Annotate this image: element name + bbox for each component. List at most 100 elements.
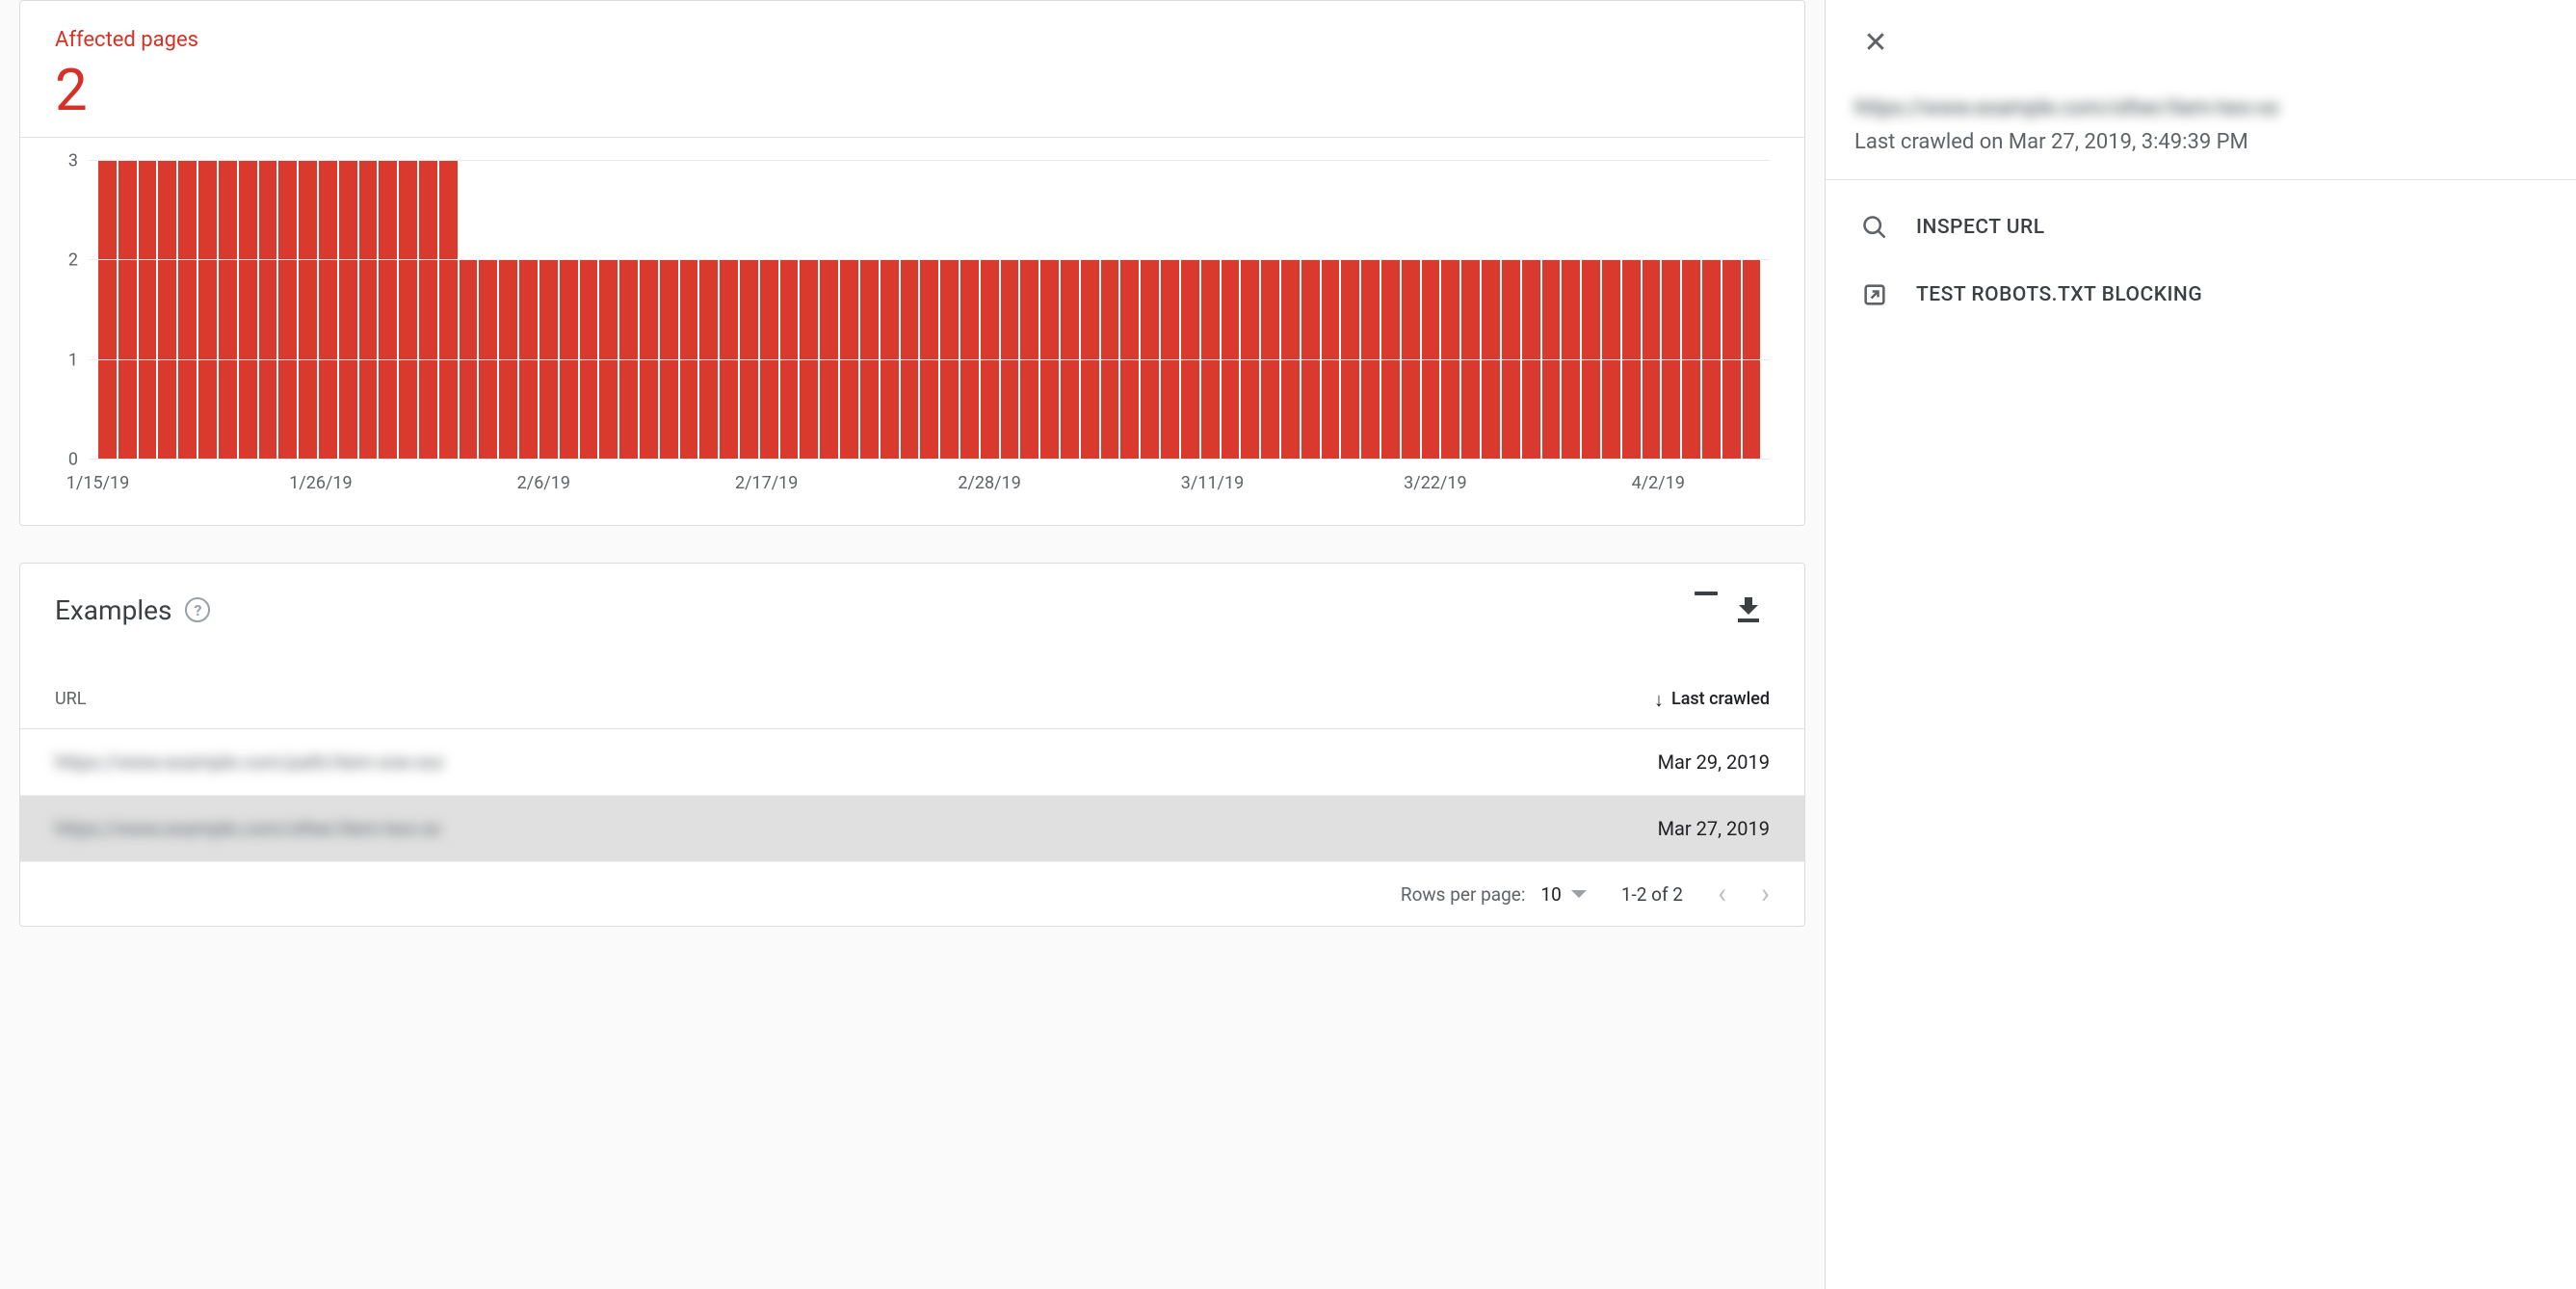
main-content: Affected pages 2 0123 1/15/191/26/192/6/… (0, 0, 1825, 1289)
bar (239, 161, 257, 460)
x-tick: 3/11/19 (1181, 473, 1244, 493)
bar (981, 260, 999, 460)
affected-value: 2 (55, 62, 1770, 119)
test-robots-action[interactable]: TEST ROBOTS.TXT BLOCKING (1854, 261, 2547, 329)
bar (820, 260, 838, 460)
bar (780, 260, 799, 460)
x-tick: 3/22/19 (1404, 473, 1466, 493)
bar (479, 260, 497, 460)
bar (178, 161, 197, 460)
rows-per-page-label: Rows per page: (1401, 883, 1526, 906)
sort-descending-icon: ↓ (1654, 690, 1664, 709)
page-nav: ‹ › (1718, 880, 1770, 908)
rows-per-page-select[interactable]: 10 (1540, 883, 1586, 906)
bar (1441, 260, 1459, 460)
bar (1341, 260, 1359, 460)
bar (1281, 260, 1300, 460)
bar (660, 260, 678, 460)
y-tick: 0 (68, 450, 78, 470)
bar (1201, 260, 1220, 460)
bar (499, 260, 517, 460)
bars (98, 161, 1760, 460)
x-tick: 2/28/19 (958, 473, 1020, 493)
bar (1582, 260, 1600, 460)
row-date: Mar 27, 2019 (1658, 817, 1770, 840)
close-button[interactable]: ✕ (1854, 21, 1897, 64)
bar (680, 260, 698, 460)
bar (1141, 260, 1159, 460)
bar (519, 260, 538, 460)
column-last-crawled[interactable]: ↓ Last crawled (1654, 689, 1770, 709)
bar (1020, 260, 1038, 460)
pagination: Rows per page: 10 1-2 of 2 ‹ › (20, 862, 1804, 926)
bar (1222, 260, 1240, 460)
bar (1081, 260, 1099, 460)
table-row[interactable]: https://www.example.com/other/item-two-x… (20, 796, 1804, 862)
bar (699, 260, 718, 460)
rows-per-page: Rows per page: 10 (1401, 883, 1587, 906)
download-button[interactable] (1727, 589, 1770, 631)
bar (1161, 260, 1179, 460)
detail-side-panel: ✕ https://www.example.com/other/item-two… (1825, 0, 2576, 1289)
row-url: https://www.example.com/path/item-one-xx… (55, 750, 1658, 774)
bar (1482, 260, 1500, 460)
bar (640, 260, 658, 460)
bar (560, 260, 578, 460)
bar (299, 161, 317, 460)
examples-title: Examples (55, 594, 171, 626)
bar (740, 260, 758, 460)
panel-actions: INSPECT URL TEST ROBOTS.TXT BLOCKING (1826, 180, 2576, 342)
bar (1662, 260, 1680, 460)
bar (419, 161, 437, 460)
y-axis: 0123 (55, 161, 88, 460)
help-icon[interactable]: ? (185, 597, 210, 622)
inspect-url-label: INSPECT URL (1916, 216, 2045, 239)
rows-per-page-value: 10 (1540, 883, 1561, 906)
bar (1562, 260, 1580, 460)
bar (800, 260, 818, 460)
y-tick: 3 (68, 151, 78, 171)
bar (1643, 260, 1661, 460)
affected-header: Affected pages 2 (20, 1, 1804, 138)
bar (439, 161, 458, 460)
bar (198, 161, 217, 460)
bar (940, 260, 959, 460)
bar (1061, 260, 1079, 460)
bar (319, 161, 337, 460)
bar (1461, 260, 1480, 460)
bar (1040, 260, 1059, 460)
bar (379, 161, 397, 460)
bar (1402, 260, 1420, 460)
inspect-url-action[interactable]: INSPECT URL (1854, 194, 2547, 261)
bar (1542, 260, 1561, 460)
bar (1322, 260, 1340, 460)
bar (1381, 260, 1400, 460)
gridline (89, 359, 1770, 360)
next-page-button[interactable]: › (1761, 880, 1770, 908)
bar (139, 161, 157, 460)
gridline (89, 259, 1770, 260)
column-url[interactable]: URL (55, 689, 1654, 709)
bar (1702, 260, 1721, 460)
row-date: Mar 29, 2019 (1658, 750, 1770, 774)
bar (278, 161, 297, 460)
bar (580, 260, 598, 460)
bar (960, 260, 979, 460)
filter-icon (1694, 597, 1719, 622)
prev-page-button[interactable]: ‹ (1718, 880, 1726, 908)
x-axis: 1/15/191/26/192/6/192/17/192/28/193/11/1… (88, 473, 1770, 496)
bar (760, 260, 778, 460)
page-range: 1-2 of 2 (1621, 883, 1683, 906)
bar (539, 260, 558, 460)
bar (339, 161, 357, 460)
row-url: https://www.example.com/other/item-two-x… (55, 817, 1658, 840)
x-tick: 1/15/19 (66, 473, 129, 493)
filter-button[interactable] (1685, 589, 1727, 631)
bar (1181, 260, 1199, 460)
table-row[interactable]: https://www.example.com/path/item-one-xx… (20, 729, 1804, 796)
gridline (89, 160, 1770, 161)
bar (1241, 260, 1259, 460)
x-tick: 2/17/19 (735, 473, 798, 493)
table-header: URL ↓ Last crawled (20, 643, 1804, 729)
y-tick: 2 (68, 250, 78, 271)
